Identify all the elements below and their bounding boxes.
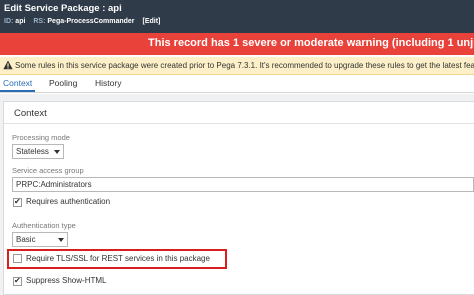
requires-auth-checkbox[interactable]: [13, 197, 22, 207]
tab-bar: Context Pooling History: [0, 76, 474, 93]
suppress-html-label: Suppress Show-HTML: [26, 276, 107, 285]
auth-type-select[interactable]: Basic: [12, 232, 68, 247]
processing-mode-label: Processing mode: [12, 133, 70, 142]
error-message: This record has 1 severe or moderate war…: [148, 37, 474, 49]
id-value: api: [15, 18, 26, 25]
access-group-value: PRPC:Administrators: [16, 180, 92, 189]
tab-context[interactable]: Context: [0, 78, 36, 92]
panel-heading: Context: [14, 108, 47, 119]
rs-key: RS:: [33, 18, 46, 25]
rs-value: Pega-ProcessCommander: [47, 18, 135, 25]
warning-banner: Some rules in this service package were …: [0, 57, 474, 75]
access-group-label: Service access group: [12, 166, 84, 175]
record-header: Edit Service Package : api ID: api RS: P…: [0, 0, 474, 33]
chevron-down-icon: [54, 150, 60, 154]
panel-header: Context: [4, 102, 474, 124]
tab-pooling[interactable]: Pooling: [49, 78, 77, 88]
record-meta: ID: api RS: Pega-ProcessCommander [Edit]: [4, 18, 160, 25]
auth-type-label: Authentication type: [12, 221, 76, 230]
warning-icon: [3, 60, 13, 70]
require-tls-label: Require TLS/SSL for REST services in thi…: [26, 254, 210, 263]
require-tls-checkbox[interactable]: [13, 254, 22, 263]
suppress-html-checkbox[interactable]: [13, 276, 22, 286]
processing-mode-select[interactable]: Stateless: [12, 144, 64, 159]
warning-message: Some rules in this service package were …: [15, 61, 474, 70]
requires-auth-label: Requires authentication: [26, 197, 111, 206]
chevron-down-icon: [58, 238, 64, 242]
tab-history[interactable]: History: [95, 78, 121, 88]
id-key: ID:: [4, 18, 14, 25]
error-banner: This record has 1 severe or moderate war…: [0, 33, 474, 55]
auth-type-value: Basic: [16, 235, 36, 244]
page-title: Edit Service Package : api: [4, 3, 122, 14]
edit-ruleset-link[interactable]: [Edit]: [143, 18, 161, 25]
access-group-input[interactable]: PRPC:Administrators: [12, 177, 474, 192]
processing-mode-value: Stateless: [16, 147, 49, 156]
